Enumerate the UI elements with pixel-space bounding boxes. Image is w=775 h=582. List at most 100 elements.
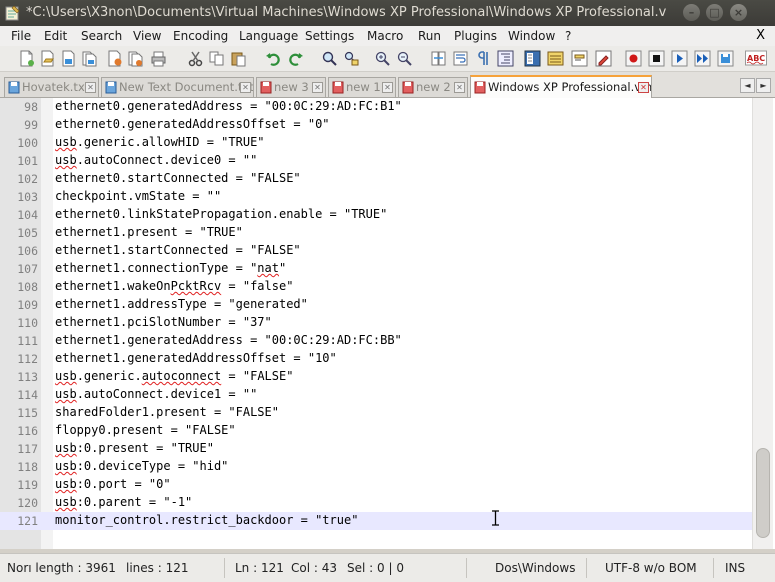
code-line[interactable]: 106 ethernet1.startConnected = "FALSE" [0,242,752,260]
menu-plugins[interactable]: Plugins [454,29,497,43]
insert-mode[interactable]: INS [725,561,745,575]
code-line[interactable]: 112 ethernet1.generatedAddressOffset = "1… [0,350,752,368]
tab-new-text-document[interactable]: New Text Document.txt ✕ [101,77,254,97]
new-file-icon[interactable] [18,50,35,67]
redo-icon[interactable] [287,50,304,67]
code-line[interactable]: 102 ethernet0.startConnected = "FALSE" [0,170,752,188]
code-line[interactable]: 98 ethernet0.generatedAddress = "00:0C:29… [0,98,752,116]
menu-window[interactable]: Window [508,29,555,43]
code-line[interactable]: 117 usb:0.present = "TRUE" [0,440,752,458]
tab-scroll-left-icon[interactable]: ◄ [740,78,755,93]
line-text: usb.autoConnect.device0 = "" [55,153,258,167]
code-line[interactable]: 110 ethernet1.pciSlotNumber = "37" [0,314,752,332]
window-title: *C:\Users\X3non\Documents\Virtual Machin… [26,5,666,20]
menu-help[interactable]: ? [565,29,571,43]
show-all-chars-icon[interactable] [474,50,491,67]
save-macro-icon[interactable] [717,50,734,67]
menu-encoding[interactable]: Encoding [173,29,228,43]
indent-guide-icon[interactable] [497,50,514,67]
code-line[interactable]: 115 sharedFolder1.present = "FALSE" [0,404,752,422]
paste-icon[interactable] [230,50,247,67]
play-macro-icon[interactable] [671,50,688,67]
file-encoding[interactable]: UTF-8 w/o BOM [605,561,697,575]
save-all-icon[interactable] [81,50,98,67]
menu-file[interactable]: File [11,29,31,43]
tab-hovatek[interactable]: Hovatek.txt ✕ [4,77,99,97]
close-tab-icon[interactable]: ✕ [454,82,465,93]
code-line[interactable]: 116 floppy0.present = "FALSE" [0,422,752,440]
tab-scroll-right-icon[interactable]: ► [756,78,771,93]
replace-icon[interactable] [343,50,360,67]
tab-new-1[interactable]: new 1 ✕ [328,77,396,97]
line-number: 118 [17,460,38,474]
print-icon[interactable] [150,50,167,67]
code-line[interactable]: 114 usb.autoConnect.device1 = "" [0,386,752,404]
save-icon[interactable] [60,50,77,67]
doc-map-icon[interactable] [524,50,541,67]
undo-icon[interactable] [265,50,282,67]
menu-language[interactable]: Language [239,29,298,43]
menu-edit[interactable]: Edit [44,29,67,43]
line-number: 115 [17,406,38,420]
find-icon[interactable] [321,50,338,67]
notepad-plus-plus-icon [5,5,20,21]
open-file-icon[interactable] [39,50,56,67]
code-line[interactable]: 103 checkpoint.vmState = "" [0,188,752,206]
cut-icon[interactable] [187,50,204,67]
record-macro-icon[interactable] [625,50,642,67]
function-list-icon[interactable] [547,50,564,67]
code-line[interactable]: 121 monitor_control.restrict_backdoor = "… [0,512,752,530]
maximize-button[interactable]: □ [706,4,723,21]
code-line[interactable]: 100 usb.generic.allowHID = "TRUE" [0,134,752,152]
close-all-icon[interactable] [127,50,144,67]
saved-file-icon [8,81,20,94]
code-line[interactable]: 111 ethernet1.generatedAddress = "00:0C:2… [0,332,752,350]
close-tab-icon[interactable]: ✕ [638,82,649,93]
code-line[interactable]: 108 ethernet1.wakeOnPcktRcv = "false" [0,278,752,296]
code-line[interactable]: 105 ethernet1.present = "TRUE" [0,224,752,242]
code-line[interactable]: 104 ethernet0.linkStatePropagation.enable… [0,206,752,224]
close-tab-icon[interactable]: ✕ [312,82,323,93]
run-macro-multiple-icon[interactable] [694,50,711,67]
line-ending-format[interactable]: Dos\Windows [495,561,575,575]
close-tab-icon[interactable]: ✕ [85,82,96,93]
code-line[interactable]: 107 ethernet1.connectionType = "nat" [0,260,752,278]
line-count: lines : 121 [126,561,189,575]
code-line[interactable]: 109 ethernet1.addressType = "generated" [0,296,752,314]
zoom-in-icon[interactable] [374,50,391,67]
close-icon[interactable] [106,50,123,67]
text-editor[interactable]: 98 ethernet0.generatedAddress = "00:0C:29… [0,98,775,549]
vertical-scrollbar[interactable] [752,98,773,549]
code-line[interactable]: 101 usb.autoConnect.device0 = "" [0,152,752,170]
unsaved-file-icon [260,81,272,94]
close-tab-icon[interactable]: ✕ [382,82,393,93]
zoom-out-icon[interactable] [396,50,413,67]
menu-search[interactable]: Search [81,29,122,43]
code-line[interactable]: 119 usb:0.port = "0" [0,476,752,494]
tab-new-3[interactable]: new 3 ✕ [256,77,326,97]
close-document-button[interactable]: X [756,28,765,43]
menu-settings[interactable]: Settings [305,29,354,43]
tab-windows-xp-vmx[interactable]: Windows XP Professional.vmx ✕ [470,75,652,98]
code-line[interactable]: 120 usb:0.parent = "-1" [0,494,752,512]
unsaved-file-icon [332,81,344,94]
copy-icon[interactable] [208,50,225,67]
menu-macro[interactable]: Macro [367,29,403,43]
sync-vertical-icon[interactable] [430,50,447,67]
close-window-button[interactable]: × [730,4,747,21]
edit-icon[interactable] [595,50,612,67]
stop-macro-icon[interactable] [648,50,665,67]
menu-view[interactable]: View [133,29,161,43]
menu-run[interactable]: Run [418,29,441,43]
code-line[interactable]: 99 ethernet0.generatedAddressOffset = "0" [0,116,752,134]
spell-check-icon[interactable]: ABC [745,50,767,67]
line-text: monitor_control.restrict_backdoor = "tru… [55,513,359,527]
tab-new-2[interactable]: new 2 ✕ [398,77,468,97]
code-line[interactable]: 113 usb.generic.autoconnect = "FALSE" [0,368,752,386]
minimize-button[interactable]: – [683,4,700,21]
word-wrap-icon[interactable] [452,50,469,67]
code-line[interactable]: 118 usb:0.deviceType = "hid" [0,458,752,476]
close-tab-icon[interactable]: ✕ [240,82,251,93]
folder-workspace-icon[interactable] [571,50,588,67]
scrollbar-thumb[interactable] [756,448,770,538]
